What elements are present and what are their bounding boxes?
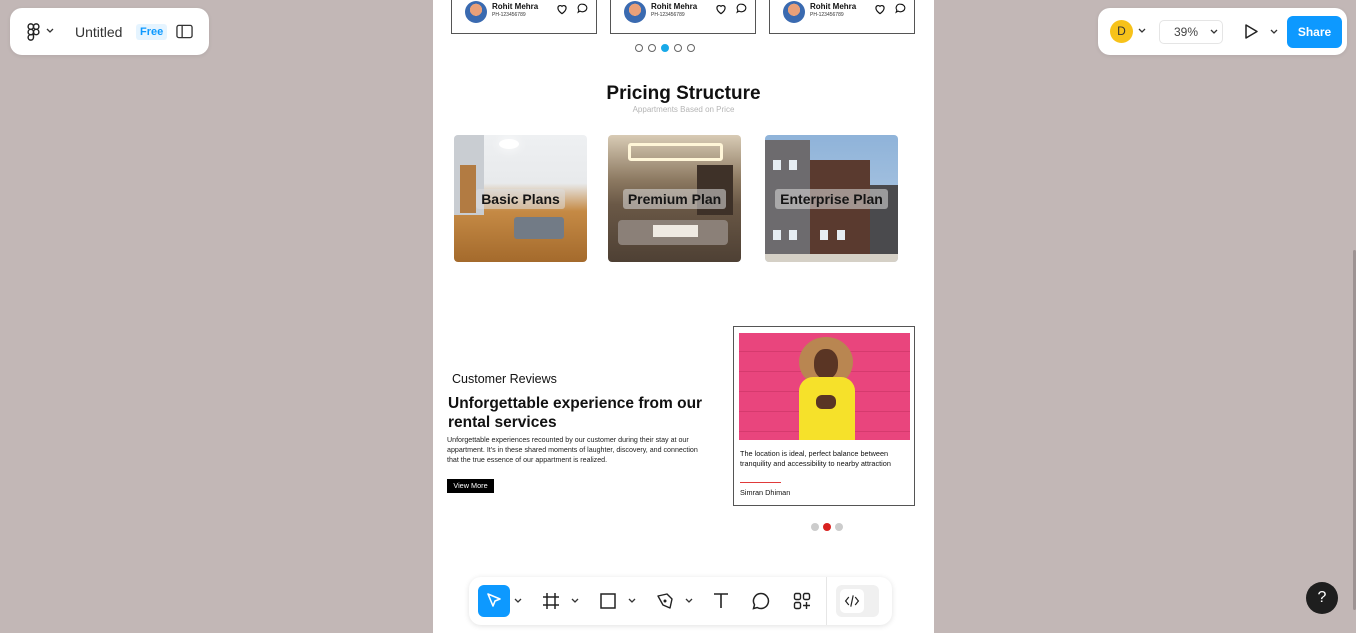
heart-icon[interactable] — [873, 2, 887, 16]
photo-window — [773, 230, 781, 240]
carousel-dot[interactable] — [635, 44, 643, 52]
pen-tool-button[interactable] — [649, 585, 681, 617]
agent-name: Rohit Mehra — [651, 2, 698, 11]
chevron-down-icon[interactable] — [1210, 29, 1218, 35]
frame-tool-button[interactable] — [535, 585, 567, 617]
photo-sofa — [514, 217, 564, 239]
help-button[interactable]: ? — [1306, 582, 1338, 614]
review-divider — [740, 482, 781, 483]
avatar — [783, 1, 805, 23]
chevron-down-icon[interactable] — [46, 28, 54, 34]
carousel-dot[interactable] — [674, 44, 682, 52]
frame-icon — [543, 593, 559, 609]
review-quote: The location is ideal, perfect balance b… — [740, 449, 891, 468]
comment-icon — [752, 592, 770, 610]
avatar — [624, 1, 646, 23]
resources-tool-button[interactable] — [786, 585, 818, 617]
heart-icon[interactable] — [714, 2, 728, 16]
plan-badge[interactable]: Free — [136, 24, 168, 40]
plan-label: Premium Plan — [614, 189, 735, 209]
agent-phone: PH-123456789 — [651, 12, 685, 18]
chevron-down-icon[interactable] — [1270, 29, 1278, 35]
carousel-dot[interactable] — [661, 44, 669, 52]
reviews-description: Unforgettable experiences recounted by o… — [447, 436, 698, 464]
agent-phone: PH-123456789 — [810, 12, 844, 18]
text-icon — [714, 593, 728, 608]
photo-face — [814, 349, 838, 379]
toolbar-divider — [826, 577, 827, 625]
bottom-toolbar — [469, 577, 892, 625]
reviews-title: Unforgettable experience from our rental… — [448, 395, 703, 431]
photo-window — [789, 160, 797, 170]
chevron-down-icon[interactable] — [628, 598, 636, 604]
photo-lamp — [499, 139, 519, 149]
property-card[interactable]: Rohit Mehra PH-123456789 — [610, 0, 756, 34]
avatar — [465, 1, 487, 23]
property-card[interactable]: Rohit Mehra PH-123456789 — [451, 0, 597, 34]
carousel-dot[interactable] — [648, 44, 656, 52]
review-carousel-dots — [811, 523, 843, 531]
code-icon — [844, 595, 860, 607]
chat-icon[interactable] — [894, 2, 907, 15]
plan-card-enterprise[interactable]: Enterprise Plan — [765, 135, 898, 262]
share-button[interactable]: Share — [1287, 16, 1342, 48]
plan-label: Basic Plans — [460, 189, 581, 209]
chat-icon[interactable] — [735, 2, 748, 15]
chevron-down-icon[interactable] — [514, 598, 522, 604]
view-more-button[interactable]: View More — [447, 479, 494, 493]
carousel-dot[interactable] — [823, 523, 831, 531]
chat-icon[interactable] — [576, 2, 589, 15]
plan-label: Enterprise Plan — [771, 189, 892, 209]
plan-card-premium[interactable]: Premium Plan — [608, 135, 741, 262]
agent-name: Rohit Mehra — [492, 2, 539, 11]
photo-window — [789, 230, 797, 240]
text-tool-button[interactable] — [705, 585, 737, 617]
carousel-dots — [635, 44, 695, 52]
design-frame[interactable]: Rohit Mehra PH-123456789 Rohit Mehra PH-… — [433, 0, 934, 633]
photo-ceiling — [628, 143, 723, 161]
photo-window — [837, 230, 845, 240]
review-author: Simran Dhiman — [740, 488, 791, 497]
photo-hands — [816, 395, 836, 409]
carousel-dot[interactable] — [811, 523, 819, 531]
chevron-down-icon[interactable] — [685, 598, 693, 604]
rectangle-icon — [600, 593, 616, 609]
heart-icon[interactable] — [555, 2, 569, 16]
reviewer-photo — [739, 333, 910, 440]
play-icon[interactable] — [1243, 23, 1259, 40]
comment-tool-button[interactable] — [745, 585, 777, 617]
chevron-down-icon[interactable] — [1138, 28, 1146, 34]
reviews-kicker: Customer Reviews — [452, 372, 557, 386]
figma-logo-icon[interactable] — [27, 23, 40, 41]
carousel-dot[interactable] — [687, 44, 695, 52]
pricing-subtitle: Appartments Based on Price — [632, 105, 735, 114]
pricing-title: Pricing Structure — [606, 83, 761, 104]
plan-card-basic[interactable]: Basic Plans — [454, 135, 587, 262]
file-name[interactable]: Untitled — [75, 24, 122, 40]
photo-window — [773, 160, 781, 170]
photo-ground — [765, 254, 898, 262]
agent-name: Rohit Mehra — [810, 2, 857, 11]
sidebar-toggle-icon[interactable] — [176, 24, 193, 39]
file-panel: Untitled Free — [10, 8, 209, 55]
carousel-dot[interactable] — [835, 523, 843, 531]
dev-mode-toggle[interactable] — [836, 585, 879, 617]
photo-window — [820, 230, 828, 240]
agent-phone: PH-123456789 — [492, 12, 526, 18]
user-avatar[interactable]: D — [1110, 20, 1133, 43]
property-card[interactable]: Rohit Mehra PH-123456789 — [769, 0, 915, 34]
photo-table — [653, 225, 698, 237]
components-icon — [793, 592, 811, 610]
share-panel: D 39% Share — [1098, 8, 1347, 55]
pen-icon — [657, 593, 673, 609]
rectangle-tool-button[interactable] — [592, 585, 624, 617]
chevron-down-icon[interactable] — [571, 598, 579, 604]
review-card[interactable]: The location is ideal, perfect balance b… — [733, 326, 915, 506]
move-tool-button[interactable] — [478, 585, 510, 617]
cursor-icon — [487, 593, 501, 607]
